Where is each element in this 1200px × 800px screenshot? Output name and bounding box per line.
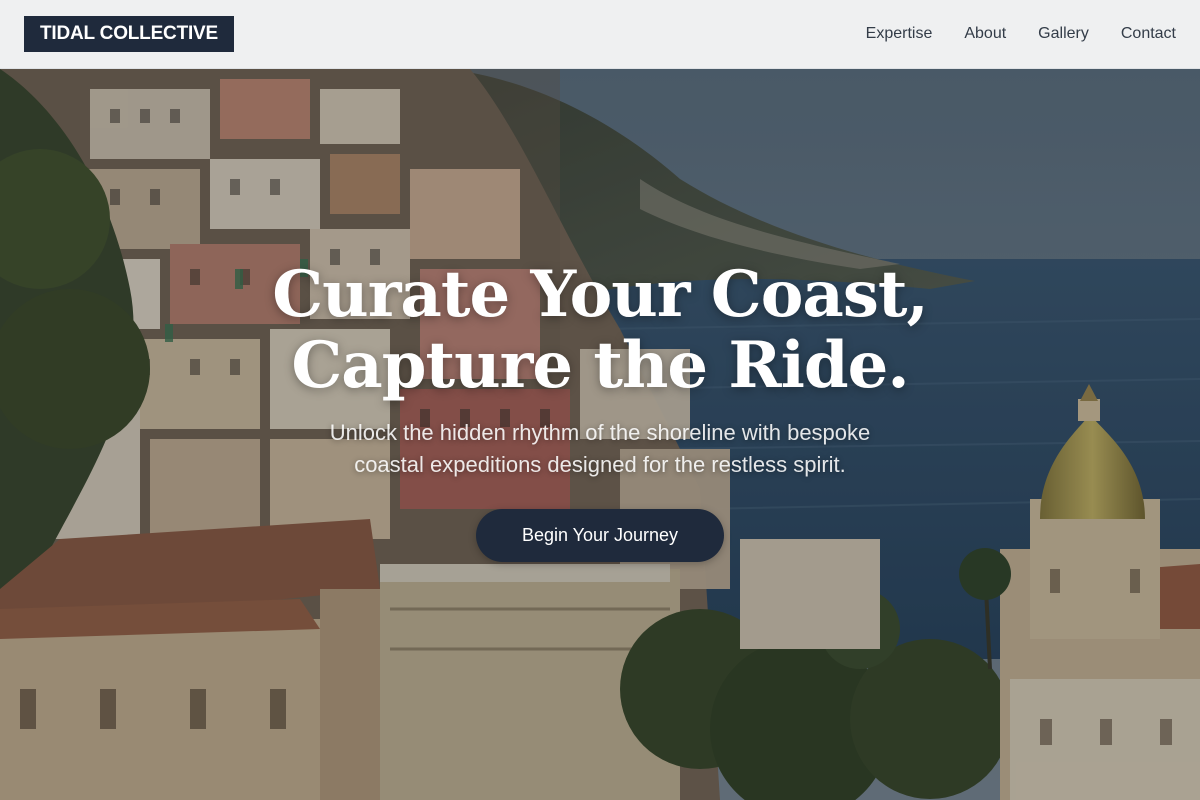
site-header: TIDAL COLLECTIVE Expertise About Gallery… xyxy=(0,0,1200,69)
hero-subtitle-line-2: coastal expeditions designed for the res… xyxy=(354,452,846,477)
nav-link-gallery[interactable]: Gallery xyxy=(1038,25,1089,43)
landing-page: TIDAL COLLECTIVE Expertise About Gallery… xyxy=(0,0,1200,800)
nav-link-about[interactable]: About xyxy=(964,25,1006,43)
hero-title-line-2: Capture the Ride. xyxy=(291,328,909,403)
nav-link-contact[interactable]: Contact xyxy=(1121,25,1176,43)
main-nav: Expertise About Gallery Contact xyxy=(866,25,1176,43)
brand-logo[interactable]: TIDAL COLLECTIVE xyxy=(24,16,235,52)
hero-section: Curate Your Coast, Capture the Ride. Unl… xyxy=(0,69,1200,800)
hero-title: Curate Your Coast, Capture the Ride. xyxy=(0,259,1200,401)
begin-journey-button[interactable]: Begin Your Journey xyxy=(476,509,724,562)
nav-link-expertise[interactable]: Expertise xyxy=(866,25,933,43)
hero-subtitle-line-1: Unlock the hidden rhythm of the shorelin… xyxy=(329,420,871,445)
hero-title-line-1: Curate Your Coast, xyxy=(272,257,929,332)
hero-subtitle: Unlock the hidden rhythm of the shorelin… xyxy=(0,417,1200,481)
